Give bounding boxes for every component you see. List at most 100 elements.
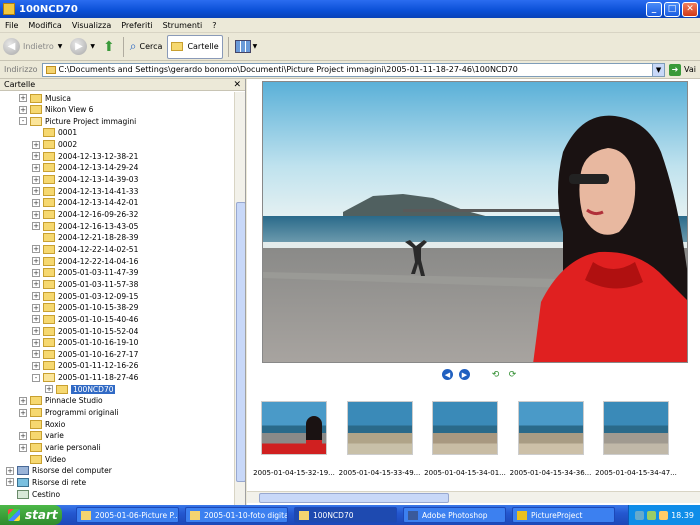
tree-item[interactable]: Cestino: [6, 488, 60, 500]
expand-icon[interactable]: +: [32, 163, 40, 172]
expand-icon[interactable]: +: [32, 140, 40, 149]
tree-item[interactable]: +2004-12-13-12-38-21: [32, 150, 138, 162]
tree-item[interactable]: +2005-01-10-15-40-46: [32, 313, 138, 325]
tree-item[interactable]: 0001: [32, 127, 77, 139]
expand-icon[interactable]: +: [19, 408, 27, 417]
expand-icon[interactable]: +: [32, 198, 40, 207]
expand-icon[interactable]: +: [19, 443, 27, 452]
expand-icon[interactable]: +: [6, 478, 14, 487]
expand-icon[interactable]: +: [32, 152, 40, 161]
search-button[interactable]: ⌕ Cerca: [127, 35, 166, 59]
chevron-down-icon[interactable]: ▼: [253, 43, 258, 50]
tree-item[interactable]: +2004-12-22-14-04-16: [32, 255, 138, 267]
tree-item[interactable]: Roxio: [19, 418, 65, 430]
tree-item[interactable]: +2004-12-13-14-29-24: [32, 162, 138, 174]
start-button[interactable]: start: [0, 505, 62, 525]
menu-preferiti[interactable]: Preferiti: [116, 21, 157, 30]
tree-item[interactable]: +2005-01-10-15-38-29: [32, 302, 138, 314]
expand-icon[interactable]: +: [32, 350, 40, 359]
forward-button[interactable]: ▶ ▼: [67, 35, 98, 59]
expand-icon[interactable]: +: [32, 361, 40, 370]
folders-button[interactable]: Cartelle: [167, 34, 223, 59]
tree-item[interactable]: Video: [19, 453, 66, 465]
tree-item[interactable]: +2005-01-10-16-19-10: [32, 337, 138, 349]
thumbnail[interactable]: 2005-01-04-15-34-36...: [510, 401, 591, 477]
expand-icon[interactable]: +: [32, 338, 40, 347]
tree-item[interactable]: +2005-01-10-16-27-17: [32, 348, 138, 360]
expand-icon[interactable]: +: [19, 94, 27, 102]
menu-help[interactable]: ?: [207, 21, 221, 30]
tree-item[interactable]: +100NCD70: [45, 383, 116, 395]
tree-item[interactable]: 2004-12-21-18-28-39: [32, 232, 138, 244]
expand-icon[interactable]: +: [32, 210, 40, 219]
expand-icon[interactable]: +: [32, 245, 40, 254]
tree-item[interactable]: +2005-01-03-11-47-39: [32, 267, 138, 279]
expand-icon[interactable]: +: [6, 466, 14, 475]
tray-icon[interactable]: [635, 510, 645, 520]
expand-icon[interactable]: +: [45, 385, 53, 394]
expand-icon[interactable]: +: [32, 292, 40, 301]
expand-icon[interactable]: +: [32, 303, 40, 312]
close-button[interactable]: ✕: [682, 1, 698, 17]
collapse-icon[interactable]: -: [32, 373, 40, 382]
back-button[interactable]: ◀ Indietro ▼: [0, 35, 65, 59]
taskbar-button[interactable]: 100NCD70: [294, 507, 397, 523]
taskbar-button[interactable]: 2005-01-10-foto digitali: [185, 507, 288, 523]
vertical-scrollbar[interactable]: [234, 92, 245, 505]
tree-item[interactable]: + Musica: [19, 92, 71, 104]
thumbnail[interactable]: 2005-01-04-15-34-01...: [424, 401, 506, 477]
clock[interactable]: 18.39: [671, 511, 694, 520]
tree-item[interactable]: +2004-12-22-14-02-51: [32, 243, 138, 255]
thumbnail[interactable]: 2005-01-04-15-34-47...: [595, 401, 677, 477]
tree-item[interactable]: + Risorse di rete: [6, 476, 86, 488]
tree-item[interactable]: - 2005-01-11-18-27-46: [32, 372, 138, 384]
menu-file[interactable]: File: [0, 21, 23, 30]
photo-preview[interactable]: [262, 81, 688, 363]
maximize-button[interactable]: □: [664, 1, 680, 17]
expand-icon[interactable]: +: [32, 315, 40, 324]
taskbar-button[interactable]: 2005-01-06-Picture P...: [76, 507, 179, 523]
tray-icon[interactable]: [659, 510, 669, 520]
tree-item[interactable]: +2004-12-16-13-43-05: [32, 220, 138, 232]
rotate-right-icon[interactable]: ⟳: [507, 369, 518, 380]
expand-icon[interactable]: +: [19, 105, 27, 114]
horizontal-scrollbar[interactable]: [247, 491, 700, 503]
tree-item[interactable]: +0002: [32, 139, 77, 151]
collapse-icon[interactable]: -: [19, 117, 27, 126]
expand-icon[interactable]: +: [19, 431, 27, 440]
close-icon[interactable]: ✕: [233, 80, 241, 90]
address-input[interactable]: C:\Documents and Settings\gerardo bonomo…: [41, 62, 666, 77]
menu-visualizza[interactable]: Visualizza: [67, 21, 116, 30]
tree-item[interactable]: + Pinnacle Studio: [19, 395, 103, 407]
expand-icon[interactable]: +: [32, 175, 40, 184]
up-button[interactable]: ⬆: [100, 35, 118, 59]
tree-item[interactable]: +2004-12-13-14-42-01: [32, 197, 138, 209]
tree-item[interactable]: + Nikon View 6: [19, 104, 93, 116]
expand-icon[interactable]: +: [32, 268, 40, 277]
expand-icon[interactable]: +: [32, 257, 40, 266]
next-image-icon[interactable]: ▶: [459, 369, 470, 380]
taskbar-button[interactable]: Adobe Photoshop: [403, 507, 506, 523]
chevron-down-icon[interactable]: ▼: [90, 43, 95, 50]
tree-item[interactable]: +2005-01-03-11-57-38: [32, 278, 138, 290]
tree-item[interactable]: +2004-12-16-09-26-32: [32, 209, 138, 221]
scrollbar-thumb[interactable]: [236, 202, 245, 482]
tree-item[interactable]: +2004-12-13-14-41-33: [32, 185, 138, 197]
expand-icon[interactable]: +: [19, 396, 27, 405]
thumbnail[interactable]: 2005-01-04-15-33-49...: [339, 401, 420, 477]
tree-item[interactable]: + varie personali: [19, 442, 101, 454]
go-button[interactable]: ➜ Vai: [665, 63, 700, 76]
tree-item[interactable]: +2005-01-11-12-16-26: [32, 360, 138, 372]
menu-modifica[interactable]: Modifica: [23, 21, 66, 30]
chevron-down-icon[interactable]: ▼: [652, 63, 665, 76]
tree-item[interactable]: + Risorse del computer: [6, 465, 112, 477]
tree-item[interactable]: +2005-01-10-15-52-04: [32, 325, 138, 337]
views-button[interactable]: ▼: [232, 35, 261, 59]
tree-item[interactable]: +2005-01-03-12-09-15: [32, 290, 138, 302]
chevron-down-icon[interactable]: ▼: [58, 43, 63, 50]
expand-icon[interactable]: +: [32, 187, 40, 196]
tree-item[interactable]: + Programmi originali: [19, 407, 119, 419]
scrollbar-thumb[interactable]: [259, 493, 449, 503]
tree-item[interactable]: +2004-12-13-14-39-03: [32, 174, 138, 186]
tree-item[interactable]: - Picture Project immagini: [19, 115, 136, 127]
